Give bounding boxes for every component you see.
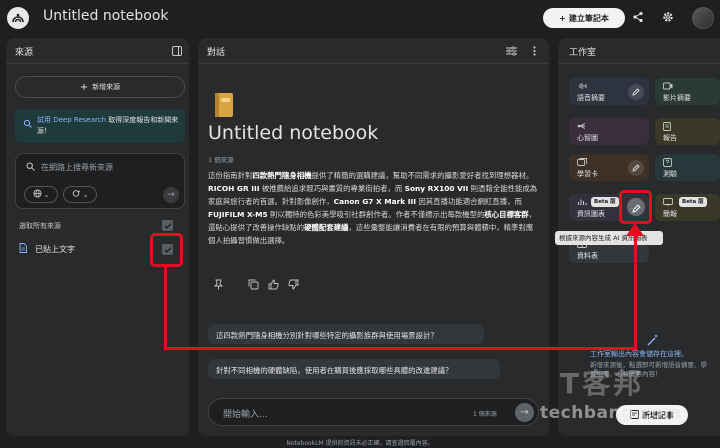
web-search-input[interactable]: 在網路上搜尋新來源 xyxy=(26,162,113,173)
mindmap-icon xyxy=(577,122,587,132)
research-mode-dropdown[interactable]: ⌄ xyxy=(63,186,97,203)
chevron-down-icon: ⌄ xyxy=(43,190,50,199)
studio-tile-report[interactable]: 報告 xyxy=(655,118,720,145)
pin-icon[interactable] xyxy=(212,278,225,291)
annotation-arrowhead xyxy=(626,223,644,236)
thumbs-down-icon[interactable] xyxy=(287,278,300,291)
beta-badge: Beta 版 xyxy=(591,197,619,207)
sources-panel-title: 來源 xyxy=(15,48,34,58)
report-icon xyxy=(663,122,671,133)
source-item[interactable]: 已貼上文字 xyxy=(19,243,75,255)
slides-icon xyxy=(663,198,673,208)
summary-bold-text: FUJIFILM X-M5 xyxy=(208,210,268,219)
quiz-icon xyxy=(663,158,672,169)
sparkle-search-icon xyxy=(72,189,81,200)
gear-icon[interactable] xyxy=(661,10,675,24)
search-submit-button[interactable]: → xyxy=(163,187,179,203)
studio-tile-flashcards[interactable]: 學習卡 xyxy=(569,154,649,181)
source-item-label: 已貼上文字 xyxy=(35,244,75,254)
source-count: 1 個來源 xyxy=(208,156,234,164)
watermark-brand: T客邦 xyxy=(560,367,645,400)
studio-panel-title: 工作室 xyxy=(569,48,597,58)
annotation-line xyxy=(164,347,637,350)
source-type-dropdown[interactable]: ⌄ xyxy=(24,186,58,203)
studio-tile-slides[interactable]: Beta 版 簡報 xyxy=(655,194,720,221)
plus-icon: + xyxy=(559,13,566,23)
thumbs-up-icon[interactable] xyxy=(267,278,280,291)
plus-icon: + xyxy=(79,81,89,93)
collapse-panel-icon[interactable] xyxy=(172,46,182,56)
studio-tile-audio-overview[interactable]: 語音摘要 xyxy=(569,78,649,105)
search-sparkle-icon xyxy=(23,119,32,132)
summary-text: 則以獨特的色彩美學吸引社群創作者。作者不僅標示出每款機型的 xyxy=(267,210,485,219)
chat-source-count: 1 個來源 xyxy=(473,411,497,418)
web-search-box: 在網路上搜尋新來源 ⌄ ⌄ → xyxy=(15,153,185,209)
sources-panel-header: 來源 xyxy=(6,38,189,64)
suggested-question[interactable]: 這四款熱門隨身相機分別針對哪些特定的攝影族群與使用場景設計？ xyxy=(208,324,484,344)
annotation-line xyxy=(634,234,637,350)
app-header: Untitled notebook + 建立筆記本 xyxy=(0,0,720,36)
chat-panel-title: 對話 xyxy=(207,48,226,58)
studio-tile-mind-map[interactable]: 心智圖 xyxy=(569,118,649,145)
select-all-checkbox[interactable] xyxy=(162,220,173,231)
video-icon xyxy=(663,82,673,92)
edit-pencil-icon[interactable] xyxy=(628,84,644,100)
beta-badge: Beta 版 xyxy=(679,197,707,207)
studio-panel-header: 工作室 xyxy=(558,38,720,64)
infographic-icon xyxy=(577,198,587,208)
flashcard-icon xyxy=(577,158,587,168)
chat-panel-header: 對話 xyxy=(198,38,549,64)
studio-tile-video-overview[interactable]: 影片摘要 xyxy=(655,78,720,105)
summary-bold-text: 硬體配套建議 xyxy=(304,223,349,232)
summary-text: 因其直播功能適合網紅直播，而 xyxy=(416,197,522,206)
select-all-label: 選取所有來源 xyxy=(19,222,61,230)
edit-pencil-icon[interactable] xyxy=(628,160,644,176)
summary-bold-text: 四款熱門隨身相機 xyxy=(252,171,312,180)
notebook-summary: 這份指南針對四款熱門隨身相機提供了精簡的選購建議，幫助不同需求的攝影愛好者找到理… xyxy=(208,169,538,247)
watermark-url: techbang.com xyxy=(540,403,682,423)
notebooklm-logo[interactable] xyxy=(7,7,29,29)
send-button[interactable]: → xyxy=(515,403,534,422)
highlight-box-infographic-edit xyxy=(619,190,652,224)
summary-bold-text: 核心目標客群 xyxy=(484,210,529,219)
notebook-heading: Untitled notebook xyxy=(208,122,379,144)
summary-bold-text: Sony RX100 VII xyxy=(404,184,469,193)
summary-bold-text: RICOH GR III xyxy=(208,184,260,193)
summary-text: 被推薦給追求輕巧與畫質的專業街拍者，而 xyxy=(259,184,405,193)
copy-icon[interactable] xyxy=(247,278,260,291)
avatar[interactable] xyxy=(692,7,714,29)
settings-sliders-icon[interactable] xyxy=(505,45,517,57)
annotation-line xyxy=(164,266,167,350)
create-notebook-button[interactable]: + 建立筆記本 xyxy=(543,8,625,28)
deep-research-banner[interactable]: 試用 Deep Research 取得深度報告和新聞來源！ xyxy=(15,109,185,143)
chat-input[interactable]: 開始輸入... 1 個來源 → xyxy=(208,398,539,426)
globe-icon xyxy=(33,189,42,200)
disclaimer-footer: NotebookLM 提供的資訊未必正確，請查證回覆內容。 xyxy=(286,440,434,447)
arrow-right-icon: → xyxy=(167,190,175,200)
studio-empty-title: 工作室輸出內容會儲存在這裡。 xyxy=(590,350,688,358)
chat-panel: 對話 Untitled notebook 1 個來源 這份指南針對四款熱門隨身相… xyxy=(198,38,549,436)
document-icon xyxy=(19,243,27,255)
highlight-box-source-checkbox xyxy=(150,233,183,267)
audio-icon xyxy=(577,82,587,92)
search-icon xyxy=(26,162,35,173)
tooltip: 根據來源內容生成 AI 資訊圖表 xyxy=(555,231,663,245)
more-vert-icon[interactable] xyxy=(528,45,540,57)
add-source-button[interactable]: + 新增來源 xyxy=(15,76,185,98)
share-icon[interactable] xyxy=(631,10,645,24)
suggested-question[interactable]: 針對不同相機的硬體缺陷，使用者在購買後應採取哪些具體的改進建議？ xyxy=(208,359,500,379)
summary-text: 這份指南針對 xyxy=(208,171,253,180)
notebook-title[interactable]: Untitled notebook xyxy=(43,8,169,24)
summary-bold-text: Canon G7 X Mark III xyxy=(333,197,417,206)
chevron-down-icon: ⌄ xyxy=(82,190,89,199)
studio-tile-quiz[interactable]: 測驗 xyxy=(655,154,720,181)
arrow-right-icon: → xyxy=(520,407,529,418)
notebook-emoji-icon xyxy=(212,92,236,118)
summary-text: 提供了精簡的選購建議，幫助不同需求的攝影愛好者找到理想器材。 xyxy=(311,171,534,180)
chat-input-placeholder: 開始輸入... xyxy=(223,410,268,420)
deep-research-link[interactable]: 試用 Deep Research xyxy=(37,116,106,124)
